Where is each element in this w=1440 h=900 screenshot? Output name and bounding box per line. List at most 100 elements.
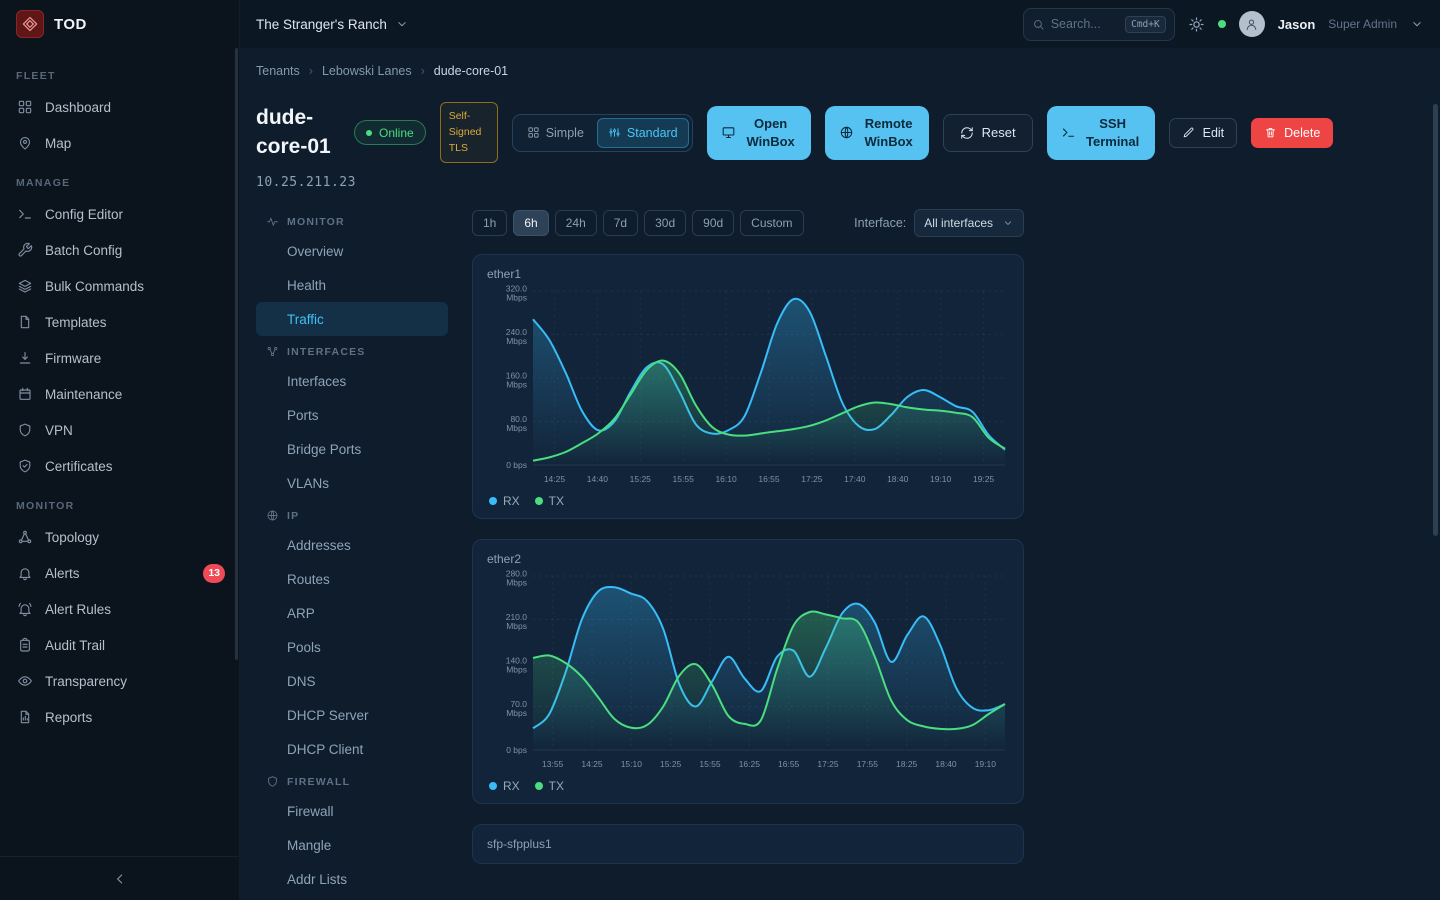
subnav-item-routes[interactable]: Routes <box>256 562 448 596</box>
sidebar-item-topology[interactable]: Topology <box>0 519 239 555</box>
theme-toggle-sun-icon[interactable] <box>1188 16 1205 33</box>
sidebar-item-certificates[interactable]: Certificates <box>0 448 239 484</box>
legend-item-tx[interactable]: TX <box>535 779 564 793</box>
traffic-chart-ether1[interactable]: 320.0Mbps240.0Mbps160.0Mbps80.0Mbps0 bps… <box>487 283 1009 489</box>
search-box[interactable]: Cmd+K <box>1023 8 1175 41</box>
subnav-item-mangle[interactable]: Mangle <box>256 828 448 862</box>
open-winbox-button[interactable]: Open WinBox <box>707 106 811 160</box>
svg-text:0 bps: 0 bps <box>506 460 527 470</box>
sidebar-item-bulk-commands[interactable]: Bulk Commands <box>0 268 239 304</box>
main-scrollbar[interactable] <box>1433 104 1438 536</box>
subnav-item-firewall[interactable]: Firewall <box>256 794 448 828</box>
shield-icon <box>16 422 33 438</box>
subnav-item-ports[interactable]: Ports <box>256 398 448 432</box>
breadcrumb-tenant-name[interactable]: Lebowski Lanes <box>322 64 412 78</box>
avatar[interactable] <box>1239 11 1265 37</box>
sidebar-item-vpn[interactable]: VPN <box>0 412 239 448</box>
chart-legend: RX TX <box>487 779 1009 793</box>
subnav-item-health[interactable]: Health <box>256 268 448 302</box>
subnav-item-pools[interactable]: Pools <box>256 630 448 664</box>
sidebar-item-transparency[interactable]: Transparency <box>0 663 239 699</box>
range-1h[interactable]: 1h <box>472 210 507 236</box>
file-icon <box>16 314 33 330</box>
sidebar-item-label: Dashboard <box>45 100 111 115</box>
sidebar-item-reports[interactable]: Reports <box>0 699 239 735</box>
chevron-down-icon <box>395 17 409 31</box>
subnav-item-arp[interactable]: ARP <box>256 596 448 630</box>
content: Tenants › Lebowski Lanes › dude-core-01 … <box>240 48 1440 900</box>
range-7d[interactable]: 7d <box>603 210 638 236</box>
map-pin-icon <box>16 135 33 151</box>
legend-dot <box>535 497 543 505</box>
subnav-section-firewall: FIREWALL <box>256 766 448 794</box>
breadcrumb-separator: › <box>421 64 425 78</box>
subnav-item-interfaces[interactable]: Interfaces <box>256 364 448 398</box>
subnav-item-dns[interactable]: DNS <box>256 664 448 698</box>
chart-controls: 1h 6h 24h 7d 30d 90d Custom Interface: A… <box>472 209 1024 237</box>
sidebar-item-dashboard[interactable]: Dashboard <box>0 89 239 125</box>
topbar: The Stranger's Ranch Cmd+K Jason Super A… <box>240 0 1440 48</box>
pencil-icon <box>1182 126 1195 139</box>
sidebar-item-firmware[interactable]: Firmware <box>0 340 239 376</box>
svg-text:15:25: 15:25 <box>630 474 652 484</box>
legend-item-tx[interactable]: TX <box>535 494 564 508</box>
calendar-icon <box>16 386 33 402</box>
subnav-item-addr-lists[interactable]: Addr Lists <box>256 862 448 896</box>
reset-button[interactable]: Reset <box>943 114 1033 152</box>
edit-button[interactable]: Edit <box>1169 118 1238 148</box>
sidebar-item-maintenance[interactable]: Maintenance <box>0 376 239 412</box>
toggle-simple[interactable]: Simple <box>516 118 595 148</box>
delete-button[interactable]: Delete <box>1251 118 1333 148</box>
tls-warning-badge: Self-Signed TLS <box>440 102 498 163</box>
range-30d[interactable]: 30d <box>644 210 686 236</box>
sidebar-item-label: Batch Config <box>45 243 122 258</box>
dashboard-grid-icon <box>16 99 33 115</box>
trash-icon <box>1264 126 1277 139</box>
subnav-item-traffic[interactable]: Traffic <box>256 302 448 336</box>
search-input[interactable] <box>1051 17 1119 31</box>
breadcrumb-tenants[interactable]: Tenants <box>256 64 300 78</box>
eye-icon <box>16 673 33 689</box>
legend-item-rx[interactable]: RX <box>489 779 520 793</box>
page-title: dude-core-01 <box>256 104 340 161</box>
range-90d[interactable]: 90d <box>692 210 734 236</box>
subnav-item-overview[interactable]: Overview <box>256 234 448 268</box>
user-menu-chevron-down-icon[interactable] <box>1410 17 1424 31</box>
svg-text:17:55: 17:55 <box>857 759 879 769</box>
subnav-item-dhcp-server[interactable]: DHCP Server <box>256 698 448 732</box>
sliders-icon <box>608 126 621 139</box>
toggle-standard[interactable]: Standard <box>597 118 689 148</box>
interface-select[interactable]: All interfaces <box>914 209 1024 237</box>
range-24h[interactable]: 24h <box>555 210 597 236</box>
sidebar-item-alert-rules[interactable]: Alert Rules <box>0 591 239 627</box>
traffic-chart-ether2[interactable]: 280.0Mbps210.0Mbps140.0Mbps70.0Mbps0 bps… <box>487 568 1009 774</box>
subnav-item-vlans[interactable]: VLANs <box>256 466 448 500</box>
device-ip-address: 10.25.211.23 <box>256 175 1416 190</box>
subnav-item-dhcp-client[interactable]: DHCP Client <box>256 732 448 766</box>
terminal-icon <box>16 206 33 222</box>
ssh-terminal-button[interactable]: SSH Terminal <box>1047 106 1155 160</box>
chart-legend: RX TX <box>487 494 1009 508</box>
svg-text:18:25: 18:25 <box>896 759 918 769</box>
tenant-selector[interactable]: The Stranger's Ranch <box>256 17 409 32</box>
legend-item-rx[interactable]: RX <box>489 494 520 508</box>
remote-winbox-button[interactable]: Remote WinBox <box>825 106 929 160</box>
range-6h[interactable]: 6h <box>513 210 548 236</box>
sidebar-item-alerts[interactable]: Alerts 13 <box>0 555 239 591</box>
sidebar-scrollbar[interactable] <box>235 48 238 660</box>
sidebar-item-label: VPN <box>45 423 73 438</box>
range-custom[interactable]: Custom <box>740 210 803 236</box>
chart-card-sfp-sfpplus1: sfp-sfpplus1 <box>472 824 1024 864</box>
svg-text:16:25: 16:25 <box>739 759 761 769</box>
sidebar-item-templates[interactable]: Templates <box>0 304 239 340</box>
sidebar-item-config-editor[interactable]: Config Editor <box>0 196 239 232</box>
subnav-item-addresses[interactable]: Addresses <box>256 528 448 562</box>
svg-text:18:40: 18:40 <box>935 759 957 769</box>
sidebar-item-audit-trail[interactable]: Audit Trail <box>0 627 239 663</box>
sidebar-item-map[interactable]: Map <box>0 125 239 161</box>
legend-dot <box>489 497 497 505</box>
sidebar-item-batch-config[interactable]: Batch Config <box>0 232 239 268</box>
subnav-item-bridge-ports[interactable]: Bridge Ports <box>256 432 448 466</box>
sidebar-collapse-button[interactable] <box>0 856 239 900</box>
brand-name: TOD <box>54 16 87 33</box>
